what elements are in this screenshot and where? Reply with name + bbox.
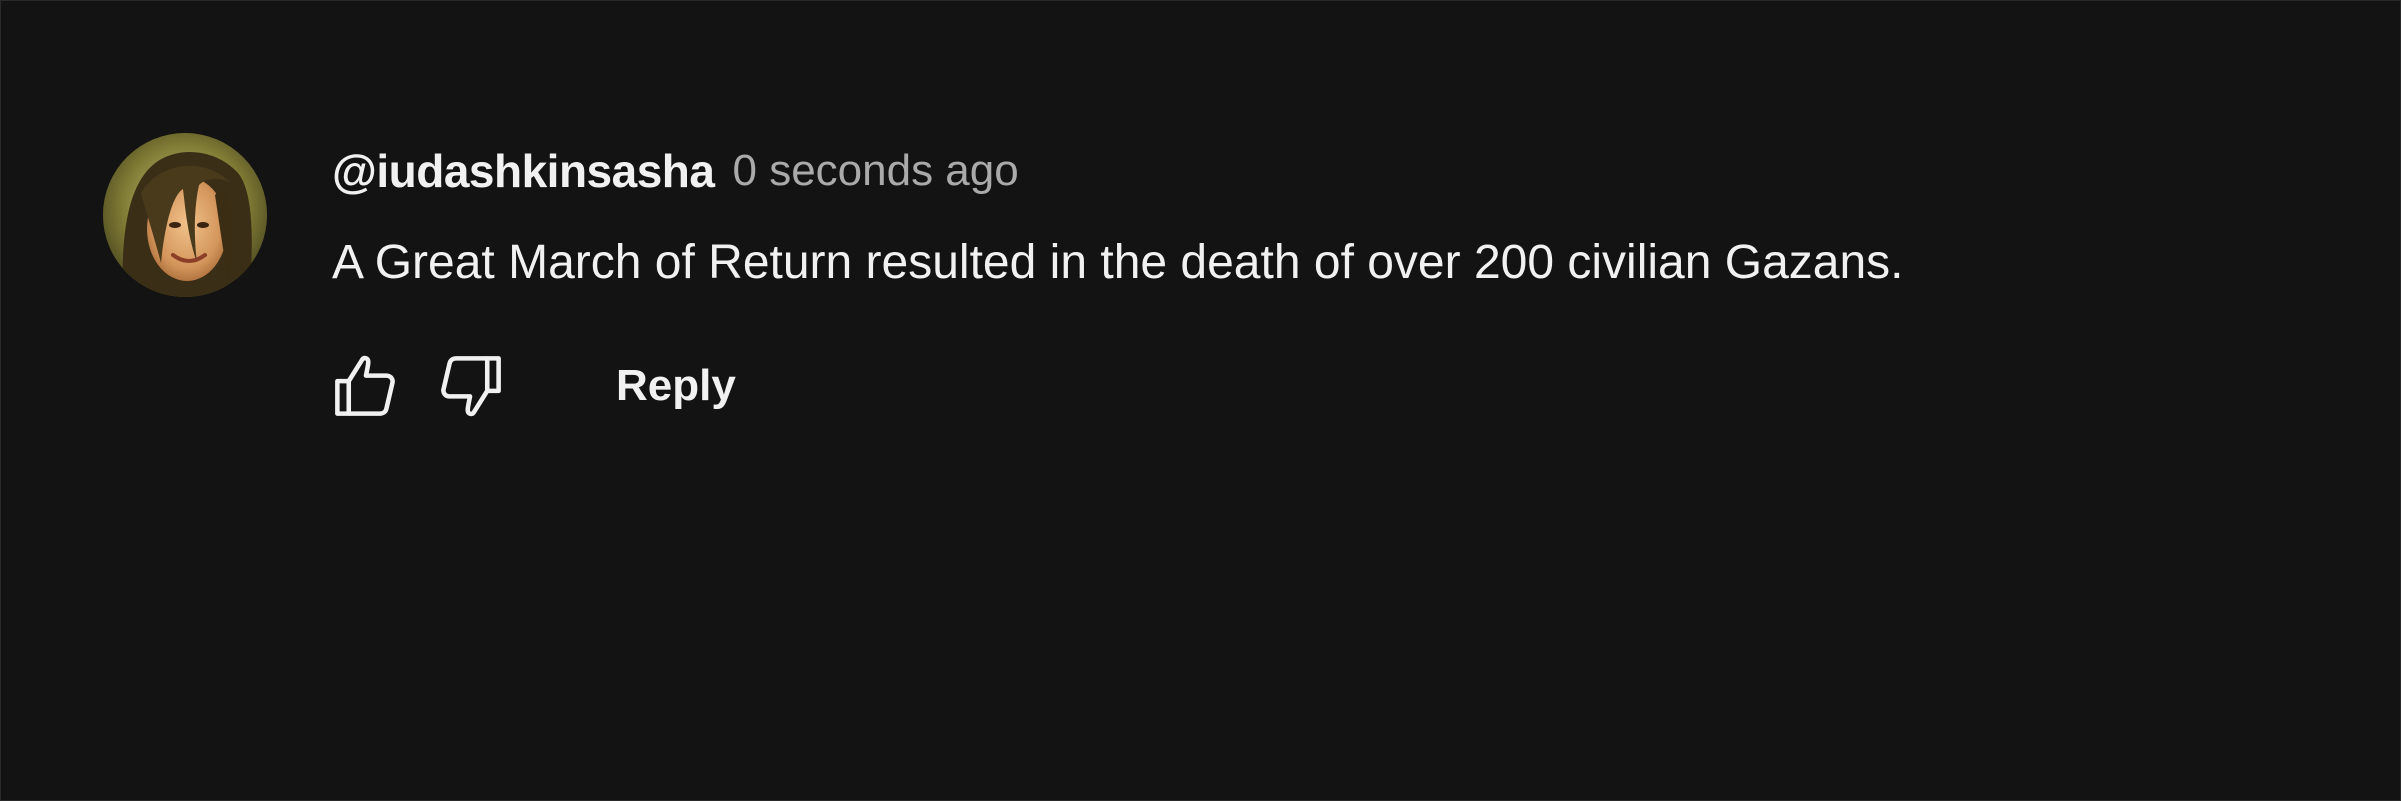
comment-header: @iudashkinsasha 0 seconds ago: [332, 138, 1019, 204]
thumbs-down-icon: [441, 356, 501, 417]
avatar-photo: [103, 133, 267, 297]
comment-author[interactable]: @iudashkinsasha: [332, 144, 715, 198]
reply-button[interactable]: Reply: [616, 361, 736, 411]
avatar[interactable]: [103, 133, 267, 297]
comment-timestamp[interactable]: 0 seconds ago: [733, 146, 1019, 196]
like-button[interactable]: [322, 346, 408, 426]
thumbs-up-icon: [335, 355, 395, 416]
comment-text: A Great March of Return resulted in the …: [332, 236, 1904, 289]
comment-thread: @iudashkinsasha 0 seconds ago A Great Ma…: [0, 0, 2401, 801]
comment-actions: Reply: [322, 346, 736, 426]
dislike-button[interactable]: [428, 346, 514, 426]
